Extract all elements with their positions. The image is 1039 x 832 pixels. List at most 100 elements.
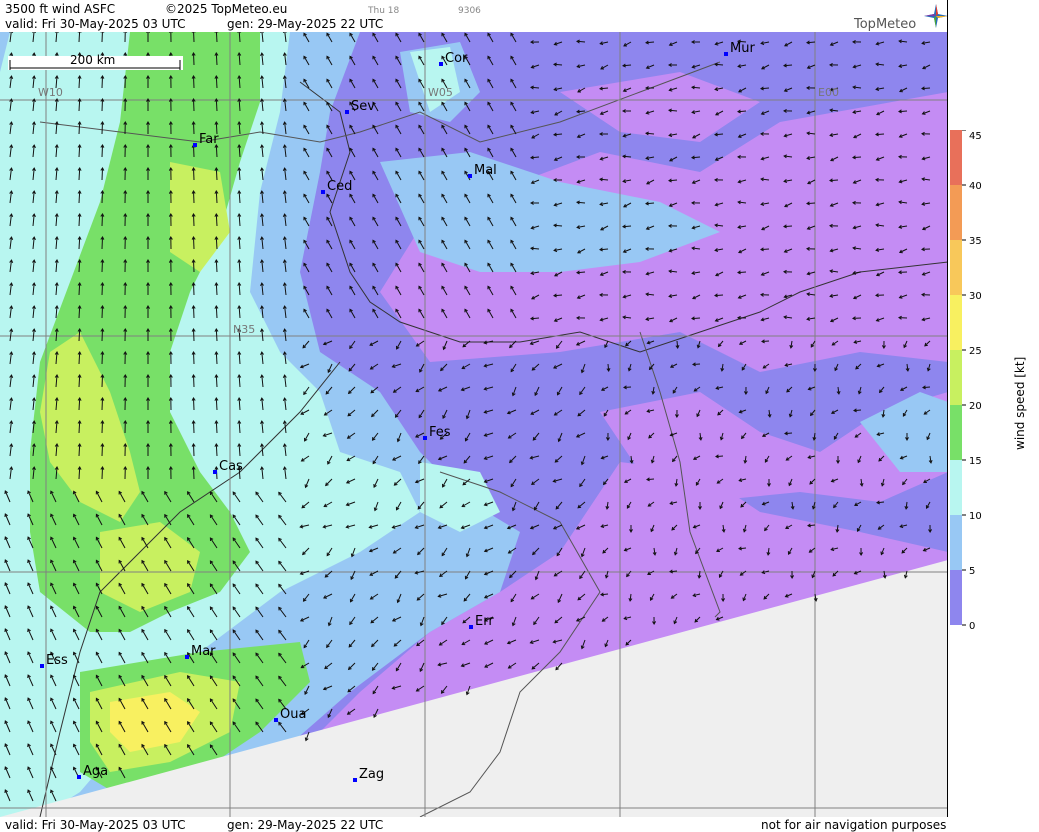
legend-tick-label: 40 — [969, 181, 982, 192]
legend-swatch — [950, 295, 962, 350]
wind-arrow — [193, 190, 195, 204]
wind-arrow — [193, 420, 195, 434]
wind-arrow — [78, 420, 81, 434]
wind-arrow — [101, 351, 103, 365]
wind-arrow — [78, 121, 81, 135]
city-marker-far — [193, 143, 197, 147]
wind-arrow — [78, 98, 81, 112]
legend-swatch — [950, 185, 962, 240]
city-marker-ess — [40, 664, 44, 668]
legend-swatch — [950, 130, 962, 185]
wind-arrow — [101, 75, 103, 89]
logo-text: TopMeteo — [854, 17, 917, 32]
wind-arrow — [193, 397, 195, 411]
wind-arrow — [101, 259, 103, 273]
wind-arrow — [193, 466, 195, 480]
legend-tick-label: 25 — [969, 346, 982, 357]
city-marker-sev — [345, 110, 349, 114]
grid-label-e00: E00 — [818, 86, 839, 99]
wind-arrow — [215, 52, 218, 66]
wind-arrow — [78, 259, 81, 273]
wind-arrow — [78, 190, 81, 204]
legend-swatch — [950, 350, 962, 405]
wind-arrow — [101, 305, 103, 319]
wind-arrow — [193, 443, 195, 457]
legend-swatch — [950, 515, 962, 570]
city-label-fes: Fes — [429, 425, 451, 440]
wind-arrow — [78, 443, 81, 457]
city-label-ess: Ess — [46, 653, 68, 668]
city-marker-ced — [321, 190, 325, 194]
city-label-err: Err — [475, 614, 494, 629]
wind-arrow — [193, 98, 195, 112]
footer-valid-time: valid: Fri 30-May-2025 03 UTC — [5, 818, 186, 832]
wind-arrow — [193, 213, 195, 227]
wind-arrow — [78, 351, 81, 365]
wind-arrow — [101, 190, 103, 204]
city-marker-zag — [353, 778, 357, 782]
wind-arrow — [78, 305, 81, 319]
wind-arrow — [78, 167, 81, 181]
wind-map[interactable]: 200 km W10 W05 E00 N35 Cor Mur Sev Far Mal Ce… — [0, 32, 948, 817]
wind-arrow — [101, 167, 103, 181]
city-label-far: Far — [199, 132, 219, 147]
city-label-zag: Zag — [359, 767, 385, 782]
valid-time: valid: Fri 30-May-2025 03 UTC — [5, 17, 186, 31]
wind-arrow — [215, 282, 218, 296]
legend-tick-label: 45 — [969, 131, 982, 142]
city-label-mur: Mur — [730, 41, 755, 56]
wind-arrow — [193, 282, 195, 296]
wind-arrow — [193, 328, 195, 342]
legend-tick-label: 0 — [969, 621, 975, 630]
wind-arrow — [101, 144, 103, 158]
city-marker-mal — [468, 174, 472, 178]
wind-arrow — [101, 443, 103, 457]
wind-arrow — [215, 259, 218, 273]
map-title: 3500 ft wind ASFC — [5, 2, 116, 16]
wind-arrow — [193, 374, 195, 388]
wind-arrow — [101, 466, 103, 480]
wind-arrow — [215, 98, 218, 112]
frame-border — [947, 0, 948, 832]
generated-time: gen: 29-May-2025 22 UTC — [227, 17, 384, 31]
city-marker-cas — [213, 470, 217, 474]
city-label-oua: Oua — [280, 707, 307, 722]
legend-swatch — [950, 570, 962, 625]
grid-label-w10: W10 — [38, 86, 63, 99]
city-label-sev: Sev — [351, 99, 375, 114]
wind-arrow — [78, 466, 81, 480]
header-bar: 3500 ft wind ASFC ©2025 TopMeteo.eu Thu … — [0, 0, 948, 32]
wind-arrow — [193, 32, 195, 43]
wind-arrow — [193, 236, 195, 250]
wind-arrow — [78, 144, 81, 158]
wind-arrow — [193, 75, 195, 89]
wind-arrow — [101, 121, 103, 135]
wind-arrow — [193, 259, 195, 273]
faint-day-label: Thu 18 — [368, 6, 400, 16]
legend-tick-label: 30 — [969, 291, 982, 302]
topmeteo-logo[interactable]: TopMeteo — [852, 2, 948, 32]
grid-label-n35: N35 — [233, 323, 256, 336]
city-marker-err — [469, 625, 473, 629]
color-legend: 45 40 35 30 25 20 15 10 5 0 wind speed [kt] — [949, 129, 1039, 632]
legend-tick-label: 20 — [969, 401, 982, 412]
wind-arrow — [193, 121, 195, 135]
wind-arrow — [215, 167, 218, 181]
wind-arrow — [215, 75, 218, 89]
city-label-ced: Ced — [327, 179, 353, 194]
wind-arrow — [215, 351, 218, 365]
city-marker-fes — [423, 436, 427, 440]
disclaimer: not for air navigation purposes — [761, 818, 947, 832]
wind-arrow — [215, 236, 218, 250]
city-label-mal: Mal — [474, 163, 497, 178]
city-marker-mur — [724, 52, 728, 56]
wind-arrow — [101, 374, 103, 388]
wind-arrow — [215, 213, 218, 227]
legend-swatch — [950, 405, 962, 460]
wind-arrow — [215, 190, 218, 204]
wind-arrow — [215, 420, 218, 434]
city-label-mar: Mar — [191, 644, 216, 659]
legend-swatch — [950, 460, 962, 515]
wind-arrow — [101, 420, 103, 434]
wind-arrow — [193, 52, 195, 66]
